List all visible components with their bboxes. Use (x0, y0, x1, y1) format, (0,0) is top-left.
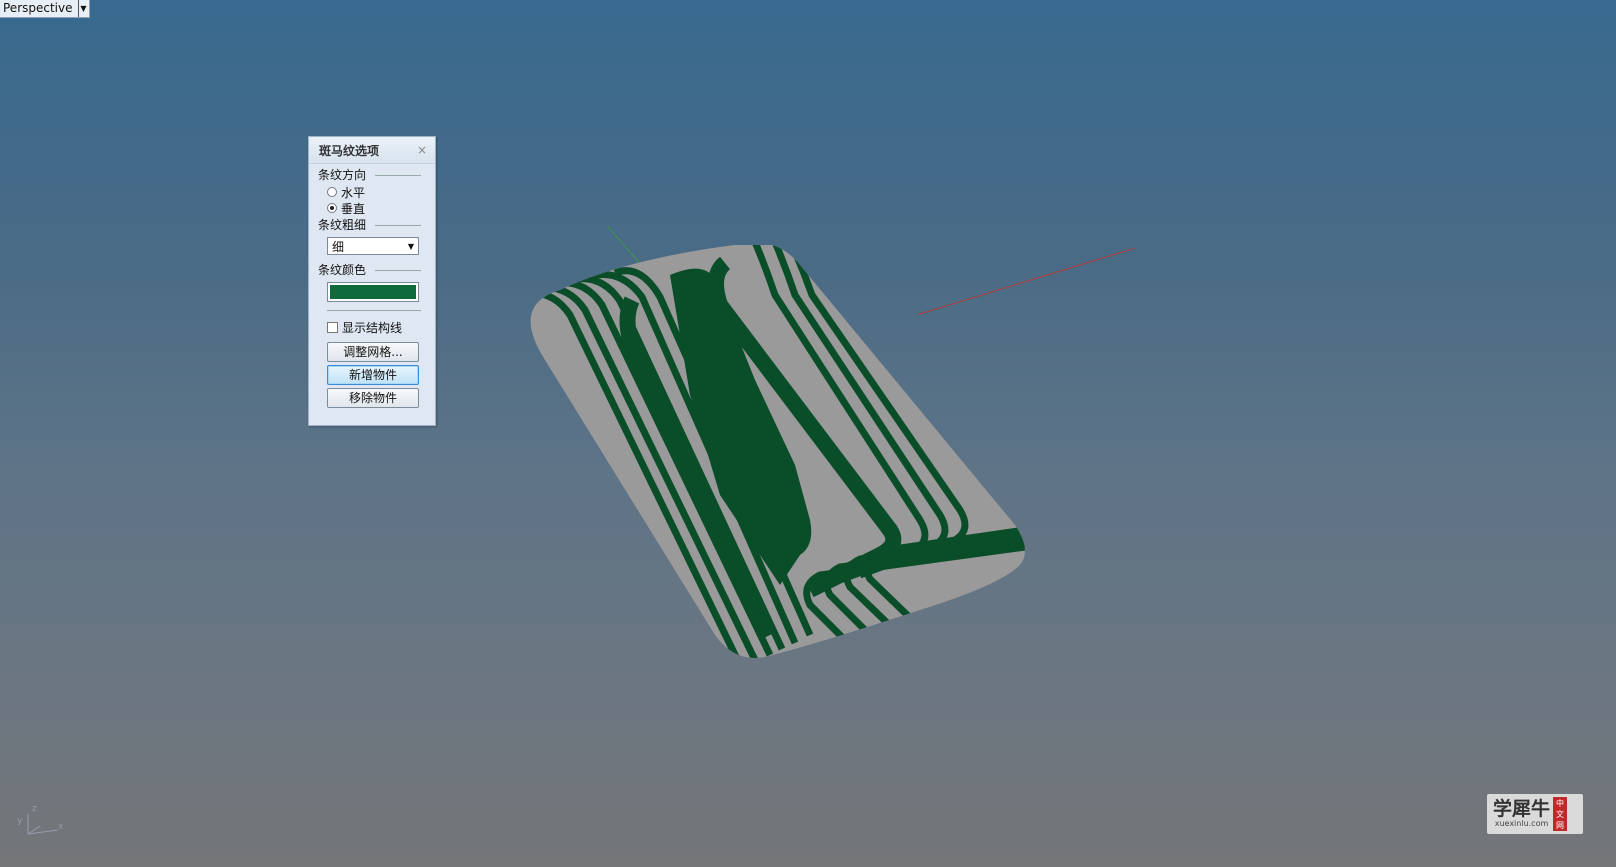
badge-char: 中 (1556, 798, 1565, 808)
badge-char: 网 (1556, 820, 1565, 830)
divider (327, 310, 421, 311)
remove-object-button[interactable]: 移除物件 (327, 388, 419, 408)
axis-triad-icon (27, 814, 59, 835)
thickness-section: 条纹粗细 (309, 216, 435, 234)
radio-horizontal[interactable]: 水平 (309, 184, 435, 200)
close-icon[interactable]: × (417, 143, 427, 157)
adjust-mesh-button[interactable]: 调整网格... (327, 342, 419, 362)
viewport-tab[interactable]: Perspective ▼ (0, 0, 90, 18)
watermark-sub: xuexinlu.com (1494, 819, 1549, 828)
watermark-badge: 中 文 网 (1553, 797, 1568, 831)
add-object-button[interactable]: 新增物件 (327, 365, 419, 385)
radio-vertical-label: 垂直 (341, 201, 366, 216)
color-section: 条纹颜色 (309, 261, 435, 279)
show-structure-label: 显示结构线 (342, 320, 403, 335)
panel-header: 斑马纹选项 × (309, 137, 435, 164)
thickness-value: 细 (332, 239, 345, 254)
axis-y-label: y (17, 816, 23, 826)
world-axis-icon: z y x (14, 804, 74, 844)
direction-section: 条纹方向 (309, 166, 435, 184)
radio-horizontal-label: 水平 (341, 185, 366, 200)
axis-x-label: x (58, 822, 64, 832)
zebra-analysis-object (530, 245, 1025, 659)
color-label: 条纹颜色 (318, 263, 367, 277)
radio-vertical-button[interactable] (327, 203, 337, 213)
viewport-title[interactable]: Perspective (0, 0, 78, 17)
direction-label: 条纹方向 (318, 168, 367, 182)
show-structure-row[interactable]: 显示结构线 (309, 319, 435, 335)
watermark-logo: 学犀牛 xuexinlu.com 中 文 网 (1487, 794, 1583, 834)
dropdown-arrow-icon[interactable]: ▼ (77, 0, 89, 17)
zebra-options-panel: 斑马纹选项 × 条纹方向 水平 垂直 条纹粗细 细 ▼ 条纹颜色 显示结构线 调… (308, 136, 436, 426)
show-structure-checkbox[interactable] (327, 321, 338, 333)
radio-vertical[interactable]: 垂直 (309, 200, 435, 216)
panel-title: 斑马纹选项 (319, 143, 380, 158)
chevron-down-icon[interactable]: ▼ (408, 242, 414, 251)
color-swatch[interactable] (330, 285, 416, 299)
axis-z-label: z (32, 804, 37, 814)
watermark-main: 学犀牛 (1493, 798, 1551, 820)
badge-char: 文 (1556, 809, 1565, 819)
color-picker[interactable] (327, 282, 419, 302)
radio-horizontal-button[interactable] (327, 187, 337, 197)
thickness-label: 条纹粗细 (318, 218, 367, 232)
thickness-select[interactable]: 细 ▼ (327, 237, 419, 255)
